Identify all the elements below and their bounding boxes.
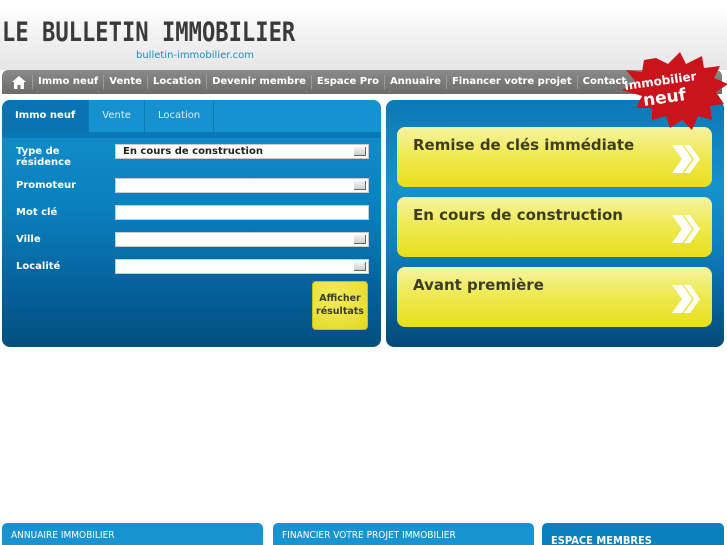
dropdown-arrow-icon[interactable]: [354, 181, 366, 190]
promoteur-label: Promoteur: [16, 180, 77, 191]
mot-cle-input[interactable]: [115, 205, 369, 220]
dropdown-arrow-icon[interactable]: [354, 262, 366, 271]
site-logo[interactable]: LE BULLETIN IMMOBILIER: [2, 17, 295, 48]
submit-label-line2: résultats: [316, 306, 364, 317]
tab-strip: [2, 132, 381, 138]
tab-vente[interactable]: Vente: [89, 100, 145, 132]
tab-location[interactable]: Location: [145, 100, 215, 132]
quick-links-panel: Remise de clés immédiate En cours de con…: [386, 100, 724, 347]
main-nav: Immo neuf Vente Location Devenir membre …: [2, 70, 722, 94]
double-chevron-right-icon: [672, 145, 700, 173]
nav-financer[interactable]: Financer votre projet: [445, 75, 577, 89]
localite-select[interactable]: [115, 259, 369, 274]
nav-location[interactable]: Location: [146, 75, 206, 89]
search-panel: Immo neuf Vente Location Type de résiden…: [2, 100, 381, 347]
quick-link-label: En cours de construction: [413, 206, 623, 224]
home-icon[interactable]: [10, 73, 28, 91]
nav-immo-neuf[interactable]: Immo neuf: [32, 75, 103, 89]
espace-membres-title[interactable]: ESPACE MEMBRES: [551, 534, 652, 545]
dropdown-arrow-icon[interactable]: [354, 235, 366, 244]
site-url: bulletin-immobilier.com: [136, 50, 254, 61]
nav-annuaire[interactable]: Annuaire: [383, 75, 446, 89]
tab-immo-neuf[interactable]: Immo neuf: [2, 100, 90, 132]
quick-link-avant-premiere[interactable]: Avant première: [397, 267, 712, 327]
page: LE BULLETIN IMMOBILIER bulletin-immobili…: [0, 0, 727, 545]
nav-espace-pro[interactable]: Espace Pro: [310, 75, 384, 89]
dropdown-arrow-icon[interactable]: [354, 147, 366, 156]
annuaire-title[interactable]: ANNUAIRE IMMOBILIER: [11, 530, 115, 541]
ville-select[interactable]: [115, 232, 369, 247]
financer-title[interactable]: FINANCIER VOTRE PROJET IMMOBILIER: [282, 530, 456, 541]
afficher-resultats-button[interactable]: Afficher résultats: [312, 281, 368, 330]
financer-box: FINANCIER VOTRE PROJET IMMOBILIER: [273, 523, 534, 545]
quick-link-label: Remise de clés immédiate: [413, 136, 635, 154]
mot-cle-label: Mot clé: [16, 207, 58, 218]
nav-vente[interactable]: Vente: [103, 75, 147, 89]
ville-label: Ville: [16, 234, 41, 245]
type-residence-select[interactable]: En cours de construction: [115, 144, 369, 159]
search-tabs: Immo neuf Vente Location: [2, 100, 381, 132]
quick-link-remise-cles[interactable]: Remise de clés immédiate: [397, 127, 712, 187]
double-chevron-right-icon: [672, 285, 700, 313]
localite-label: Localité: [16, 261, 61, 272]
type-residence-label: Type de résidence: [16, 146, 71, 168]
quick-link-label: Avant première: [413, 276, 544, 294]
quick-link-en-cours[interactable]: En cours de construction: [397, 197, 712, 257]
submit-label-line1: Afficher: [319, 293, 361, 304]
espace-membres-box: ESPACE MEMBRES: [542, 523, 724, 545]
double-chevron-right-icon: [672, 215, 700, 243]
promoteur-select[interactable]: [115, 178, 369, 193]
annuaire-box: ANNUAIRE IMMOBILIER: [2, 523, 263, 545]
type-residence-value: En cours de construction: [123, 146, 263, 157]
nav-devenir-membre[interactable]: Devenir membre: [206, 75, 311, 89]
